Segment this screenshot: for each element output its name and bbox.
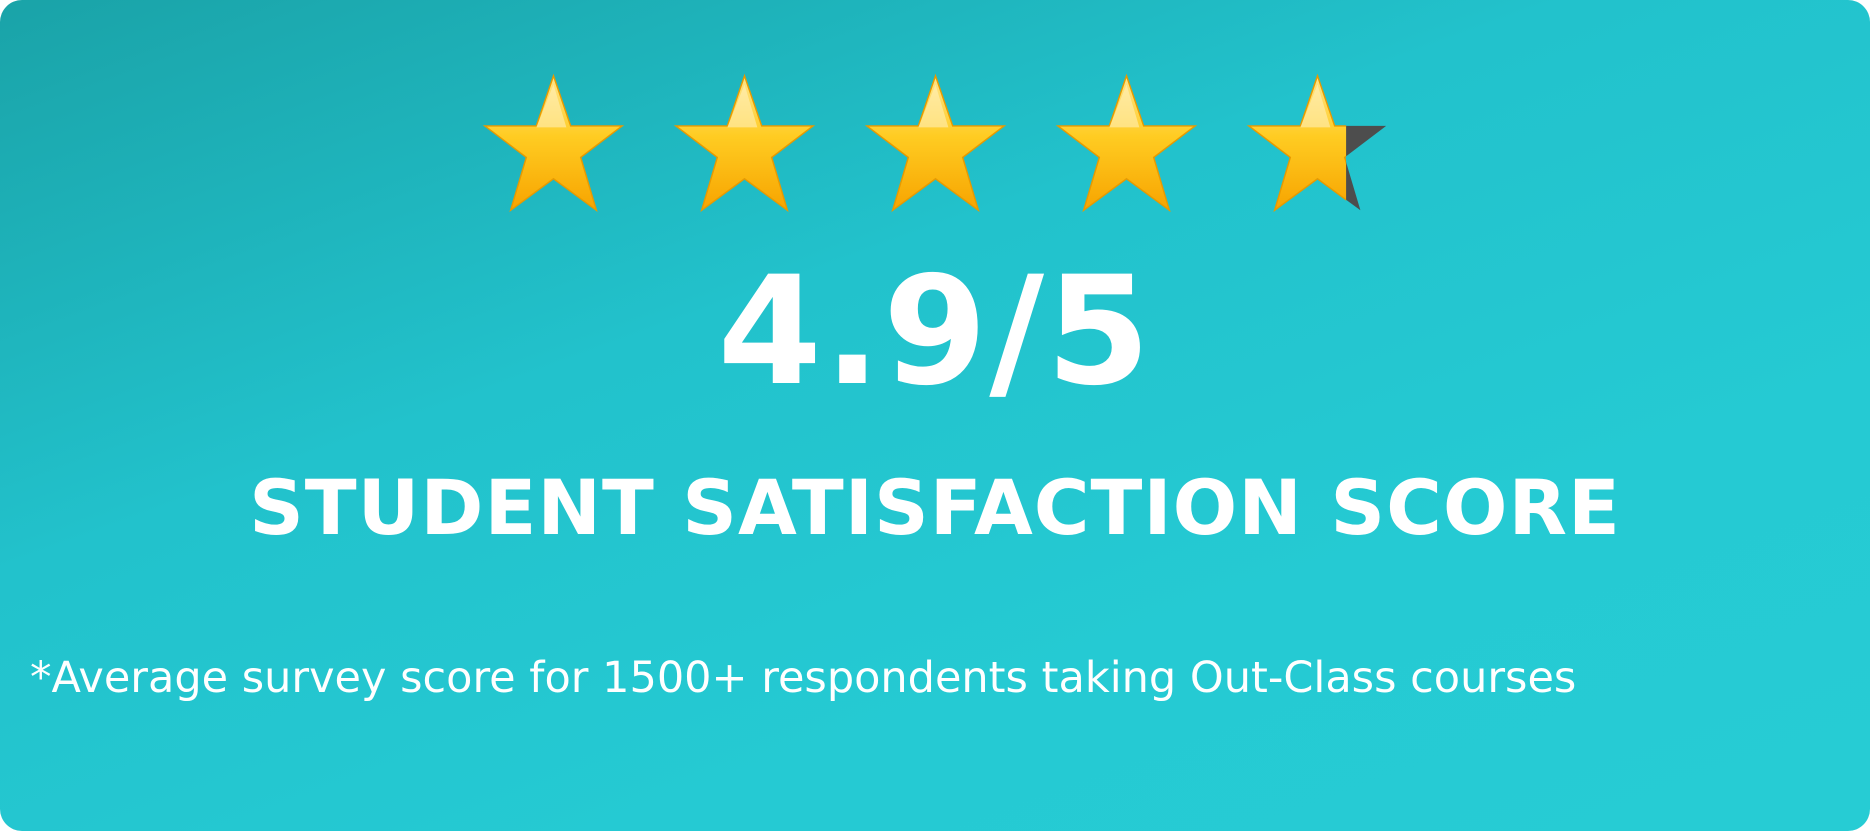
star-icon	[1055, 73, 1197, 213]
score-value: 4.9/5	[717, 245, 1153, 419]
satisfaction-heading: STUDENT SATISFACTION SCORE	[249, 463, 1621, 552]
star-icon	[482, 73, 624, 213]
star-icon	[864, 73, 1006, 213]
star-rating	[0, 72, 1870, 217]
star-icon	[1246, 73, 1386, 213]
star-icon	[673, 73, 815, 213]
survey-footnote: *Average survey score for 1500+ responde…	[30, 653, 1577, 703]
satisfaction-card: 4.9/5 STUDENT SATISFACTION SCORE *Averag…	[0, 0, 1870, 831]
